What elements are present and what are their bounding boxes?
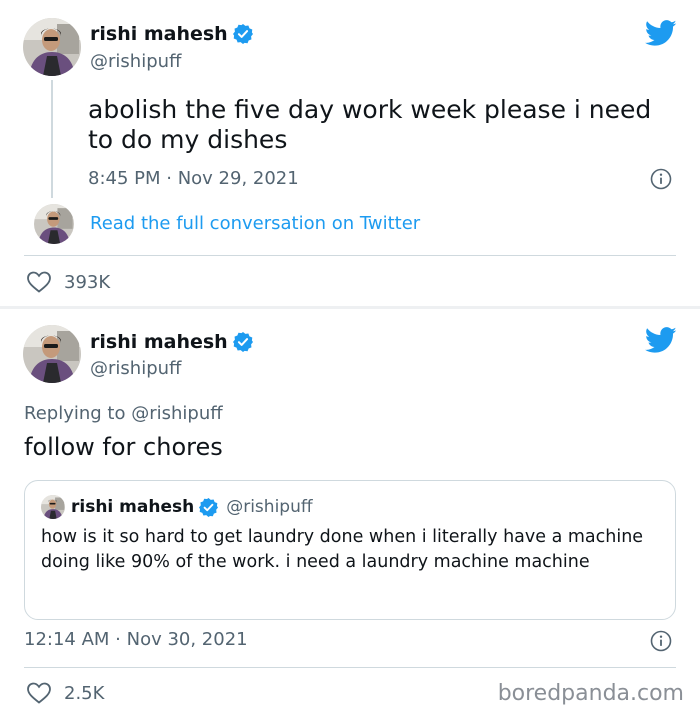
tweet-text: follow for chores (24, 433, 223, 461)
author-name[interactable]: rishi mahesh (90, 23, 228, 45)
divider (24, 667, 676, 668)
tweet-timestamp[interactable]: 12:14 AM · Nov 30, 2021 (24, 629, 248, 650)
tweet-card-1: rishi mahesh @rishipuff abolish the five… (0, 0, 700, 306)
thread-line (51, 80, 53, 198)
replying-to[interactable]: Replying to @rishipuff (24, 403, 223, 424)
tweet-timestamp[interactable]: 8:45 PM · Nov 29, 2021 (88, 168, 299, 189)
verified-badge-icon (233, 24, 253, 44)
info-icon[interactable] (650, 630, 672, 652)
like-button[interactable]: 393K (26, 270, 110, 294)
like-count: 2.5K (64, 682, 105, 704)
quoted-author-name: rishi mahesh (71, 497, 195, 517)
heart-icon[interactable] (26, 681, 52, 705)
author-name-row[interactable]: rishi mahesh (90, 23, 253, 45)
avatar-small[interactable] (34, 204, 74, 244)
verified-badge-icon (233, 332, 253, 352)
quoted-tweet-header: rishi mahesh @rishipuff (41, 495, 313, 519)
verified-badge-icon (199, 498, 218, 517)
author-handle[interactable]: @rishipuff (90, 358, 181, 379)
tweet-card-2: rishi mahesh @rishipuff Replying to @ris… (0, 309, 700, 720)
tweet-text: abolish the five day work week please i … (88, 95, 652, 154)
avatar[interactable] (23, 18, 81, 76)
twitter-bird-icon[interactable] (645, 327, 677, 354)
watermark: boredpanda.com (497, 681, 684, 706)
heart-icon[interactable] (26, 270, 52, 294)
divider (24, 255, 676, 256)
quoted-tweet-text: how is it so hard to get laundry done wh… (41, 527, 644, 572)
author-handle[interactable]: @rishipuff (90, 51, 181, 72)
info-icon[interactable] (650, 168, 672, 190)
twitter-bird-icon[interactable] (645, 20, 677, 47)
read-full-conversation-link[interactable]: Read the full conversation on Twitter (90, 213, 420, 234)
quoted-avatar (41, 495, 65, 519)
quoted-tweet[interactable]: rishi mahesh @rishipuff how is it so har… (24, 480, 676, 620)
quoted-author-handle: @rishipuff (226, 497, 313, 517)
author-name-row[interactable]: rishi mahesh (90, 331, 253, 353)
avatar[interactable] (23, 325, 81, 383)
like-button[interactable]: 2.5K (26, 681, 104, 705)
author-name[interactable]: rishi mahesh (90, 331, 228, 353)
like-count: 393K (64, 271, 111, 293)
